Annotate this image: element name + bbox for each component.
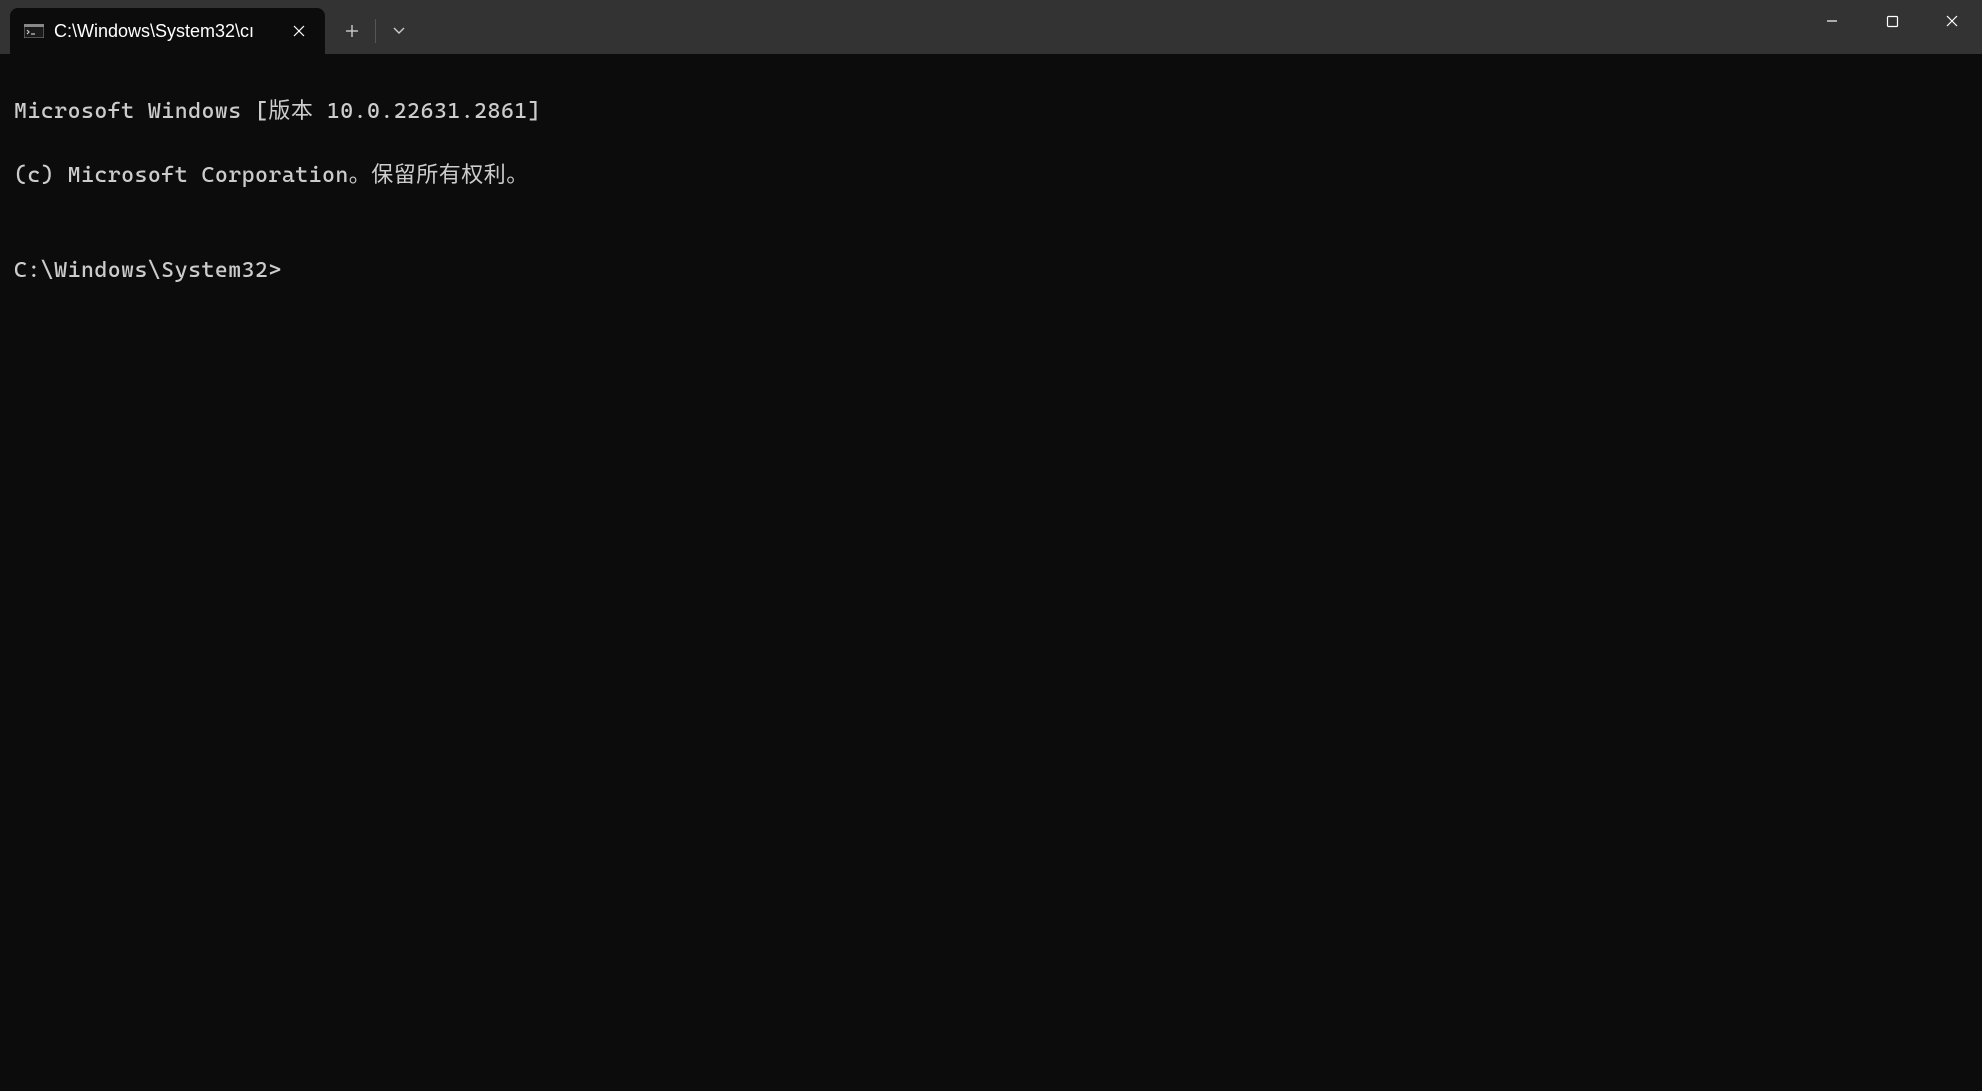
tabbar-divider (375, 19, 376, 43)
active-tab[interactable]: C:\Windows\System32\cı (10, 8, 325, 54)
terminal-content[interactable]: Microsoft Windows [版本 10.0.22631.2861] (… (0, 54, 1982, 1091)
terminal-output-line: (c) Microsoft Corporation。保留所有权利。 (14, 160, 1968, 192)
close-button[interactable] (1922, 0, 1982, 42)
terminal-prompt: C:\Windows\System32> (14, 255, 282, 287)
terminal-cursor (282, 255, 294, 281)
window-controls (1802, 0, 1982, 42)
tab-dropdown-button[interactable] (378, 13, 420, 49)
maximize-button[interactable] (1862, 0, 1922, 42)
tabbar-actions (331, 8, 420, 54)
tab-close-button[interactable] (287, 19, 311, 43)
terminal-output-line: Microsoft Windows [版本 10.0.22631.2861] (14, 96, 1968, 128)
terminal-icon (24, 23, 44, 39)
new-tab-button[interactable] (331, 13, 373, 49)
tab-title: C:\Windows\System32\cı (54, 21, 277, 42)
titlebar: C:\Windows\System32\cı (0, 0, 1982, 54)
minimize-button[interactable] (1802, 0, 1862, 42)
